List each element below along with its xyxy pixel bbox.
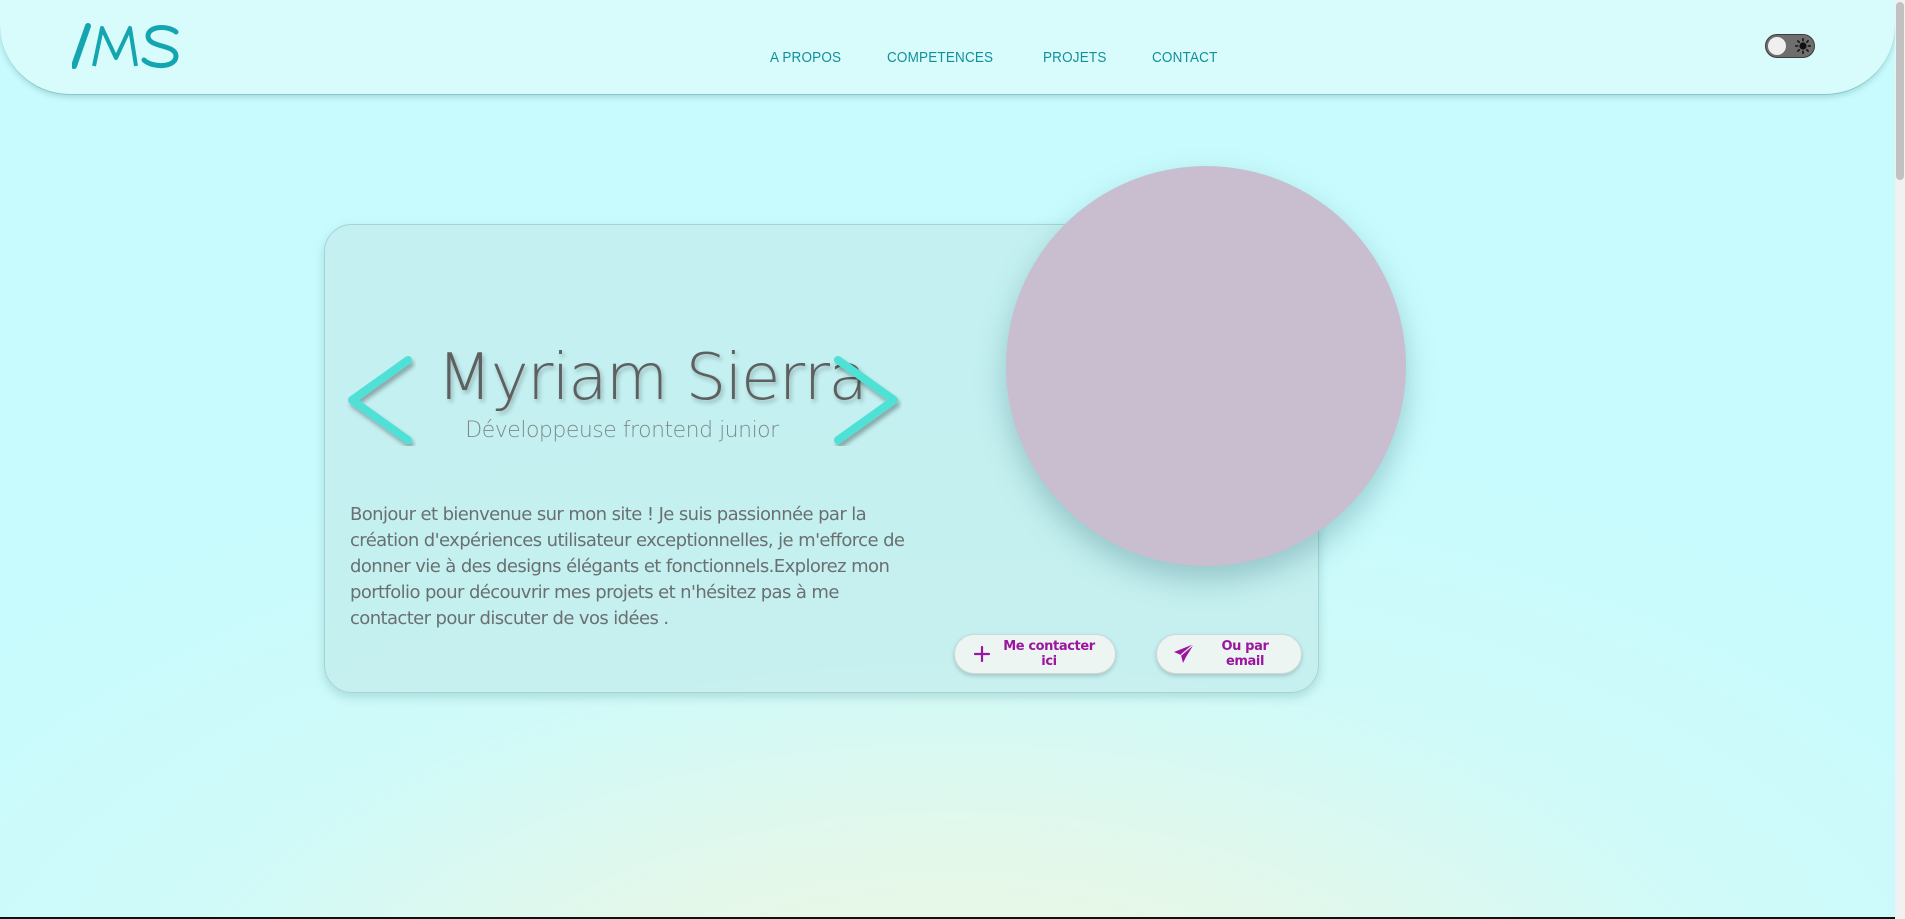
nav-link-competences[interactable]: COMPETENCES	[887, 49, 993, 66]
contact-button[interactable]: Me contacter ici	[954, 634, 1116, 674]
contact-button-label: Me contacter ici	[1003, 639, 1095, 669]
nav-link-projets[interactable]: PROJETS	[1043, 49, 1107, 66]
toggle-knob	[1768, 37, 1786, 55]
nav-link-a-propos[interactable]: A PROPOS	[770, 49, 841, 66]
logo[interactable]	[72, 22, 182, 70]
page-scrollbar[interactable]	[1895, 0, 1905, 919]
right-angle-bracket-icon	[834, 356, 898, 444]
intro-text: Bonjour et bienvenue sur mon site ! Je s…	[350, 504, 905, 629]
hero-name: Myriam Sierra	[437, 341, 868, 415]
theme-toggle[interactable]	[1765, 34, 1815, 58]
left-angle-bracket-icon	[348, 356, 412, 444]
sun-icon	[1795, 38, 1811, 54]
site-header: A PROPOS COMPETENCES PROJETS CONTACT	[0, 0, 1895, 95]
scrollbar-thumb[interactable]	[1896, 2, 1904, 180]
paper-plane-icon	[1174, 643, 1195, 663]
nav-link-contact[interactable]: CONTACT	[1152, 49, 1218, 66]
hero-role: Développeuse frontend junior	[465, 418, 779, 443]
plus-icon	[973, 645, 991, 663]
main-nav: A PROPOS COMPETENCES PROJETS CONTACT	[770, 49, 1225, 66]
email-button-label: Ou par email	[1221, 639, 1269, 669]
profile-photo	[1006, 166, 1406, 566]
email-button[interactable]: Ou par email	[1156, 634, 1302, 674]
